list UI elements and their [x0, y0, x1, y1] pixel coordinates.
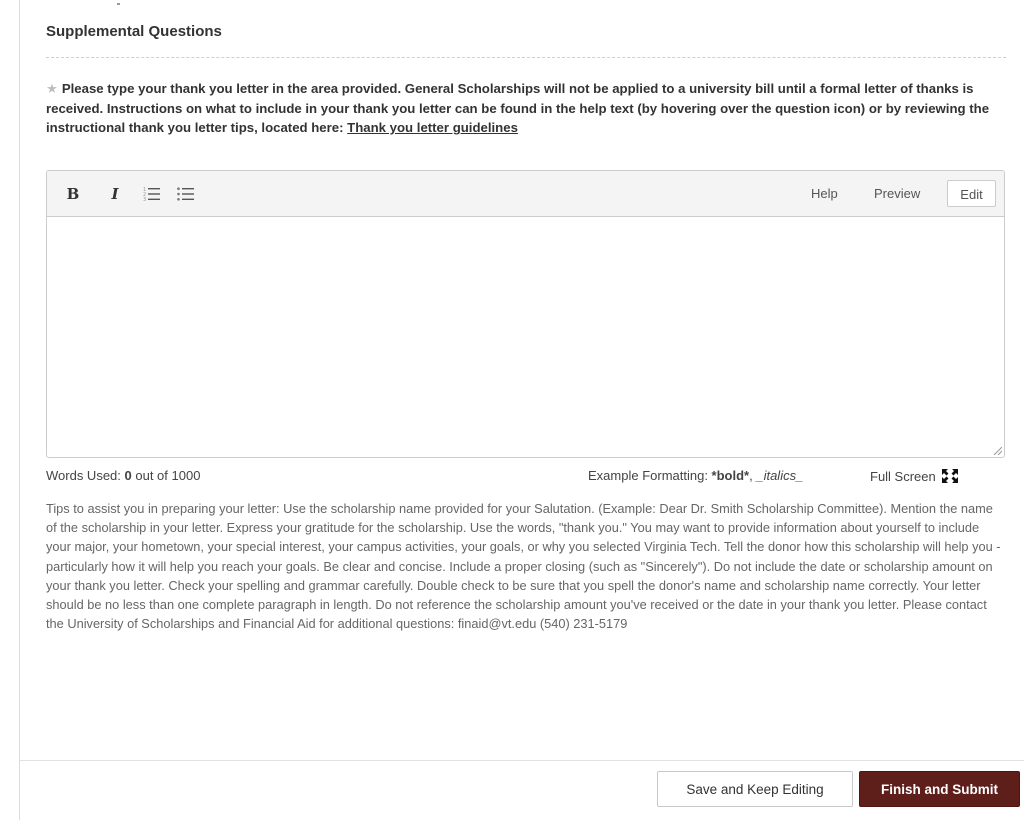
thank-you-letter-textarea[interactable]: [47, 217, 1004, 457]
unordered-list-icon: [177, 187, 194, 201]
svg-text:3: 3: [143, 197, 146, 202]
expand-icon: [941, 469, 958, 483]
scholarship-letter-page: Supplemental Questions ★ Please type your…: [0, 0, 1024, 820]
bold-button[interactable]: B: [63, 182, 83, 206]
letter-editor: B I 1 2 3 Help Preview Edit: [46, 170, 1005, 458]
resize-grip-icon[interactable]: [992, 445, 1002, 455]
example-italics: _italics_: [756, 468, 804, 483]
italic-button[interactable]: I: [105, 182, 125, 206]
bullet-list-button[interactable]: [174, 182, 198, 206]
left-border: [19, 0, 20, 820]
word-count-suffix: out of 1000: [131, 468, 201, 483]
footer-divider: [20, 760, 1024, 761]
top-tick-mark: [117, 3, 120, 5]
word-count-value: 0: [124, 468, 132, 483]
help-tab[interactable]: Help: [811, 182, 838, 206]
letter-tips: Tips to assist you in preparing your let…: [46, 501, 1001, 632]
editor-toolbar: B I 1 2 3 Help Preview Edit: [47, 171, 1004, 217]
preview-tab[interactable]: Preview: [874, 182, 920, 206]
question-prompt: ★ Please type your thank you letter in th…: [46, 79, 1001, 138]
section-divider: [46, 57, 1006, 58]
full-screen-toggle[interactable]: Full Screen: [870, 468, 959, 484]
word-count: Words Used: 0 out of 1000: [46, 468, 200, 483]
finish-and-submit-button[interactable]: Finish and Submit: [859, 771, 1020, 807]
word-count-prefix: Words Used:: [46, 468, 125, 483]
numbered-list-button[interactable]: 1 2 3: [140, 182, 164, 206]
example-bold: *bold*: [711, 468, 750, 483]
full-screen-label: Full Screen: [870, 468, 936, 484]
example-formatting: Example Formatting: *bold*, _italics_: [588, 468, 803, 483]
save-and-keep-editing-button[interactable]: Save and Keep Editing: [657, 771, 853, 807]
thank-you-guidelines-link[interactable]: Thank you letter guidelines: [347, 120, 518, 135]
section-title: Supplemental Questions: [46, 23, 222, 40]
edit-tab[interactable]: Edit: [947, 180, 996, 207]
ordered-list-icon: 1 2 3: [143, 187, 160, 202]
required-star-icon: ★: [46, 81, 58, 96]
example-formatting-prefix: Example Formatting:: [588, 468, 712, 483]
